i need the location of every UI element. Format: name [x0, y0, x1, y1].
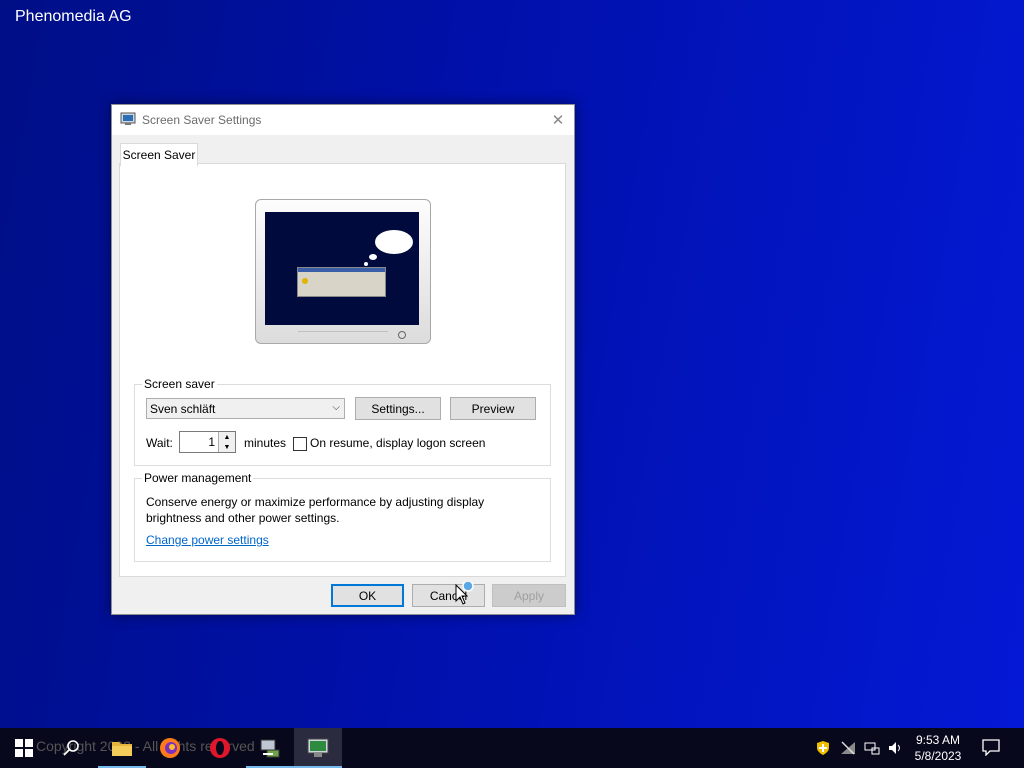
- thought-bubble: [375, 230, 413, 254]
- ok-button[interactable]: OK: [331, 584, 404, 607]
- desktop-title: Phenomedia AG: [15, 8, 132, 25]
- screen-saver-settings-dialog: Screen Saver Settings ✕ Screen Saver Scr…: [111, 104, 575, 615]
- wait-value[interactable]: 1: [208, 435, 215, 449]
- clock-time: 9:53 AM: [915, 733, 961, 747]
- firefox-icon[interactable]: [146, 728, 194, 768]
- wait-stepper[interactable]: 1 ▲ ▼: [179, 431, 236, 453]
- shield-icon[interactable]: [815, 740, 831, 756]
- screen-saver-settings-icon[interactable]: [294, 728, 342, 768]
- preview-mini-window: [297, 267, 386, 297]
- group-legend: Screen saver: [142, 377, 217, 391]
- screen-saver-group: Screen saver Sven schläft ⌵ Settings... …: [134, 377, 551, 466]
- file-explorer-icon[interactable]: [98, 728, 146, 768]
- chevron-down-icon: ⌵: [332, 402, 340, 413]
- logon-checkbox-label[interactable]: On resume, display logon screen: [310, 436, 485, 450]
- logon-checkbox[interactable]: [293, 437, 307, 451]
- taskbar: Copyright 2002 - All rights reserved 9:5…: [0, 728, 1024, 768]
- power-led: [398, 331, 406, 339]
- wait-label: Wait:: [146, 436, 173, 450]
- network-icon[interactable]: [864, 740, 880, 756]
- dialog-titlebar[interactable]: Screen Saver Settings ✕: [112, 105, 574, 135]
- preview-button[interactable]: Preview: [450, 397, 536, 420]
- opera-icon[interactable]: [196, 728, 244, 768]
- screen-saver-select[interactable]: Sven schläft ⌵: [146, 398, 345, 419]
- change-power-settings-link[interactable]: Change power settings: [146, 533, 269, 547]
- clock-date: 5/8/2023: [914, 749, 962, 763]
- dialog-title: Screen Saver Settings: [142, 113, 262, 127]
- search-icon[interactable]: [48, 728, 96, 768]
- display-properties-icon: [120, 112, 136, 125]
- tab-screen-saver[interactable]: Screen Saver: [120, 143, 198, 166]
- close-icon[interactable]: ✕: [542, 105, 574, 135]
- apply-button[interactable]: Apply: [492, 584, 566, 607]
- thought-dot-small: [364, 262, 368, 266]
- monitor-stand: [298, 331, 388, 338]
- thought-dot: [369, 254, 377, 260]
- preview-screen: [265, 212, 419, 325]
- network-disconnected-icon[interactable]: [840, 740, 856, 756]
- power-description: Conserve energy or maximize performance …: [146, 495, 485, 525]
- minutes-label: minutes: [244, 436, 287, 450]
- select-value: Sven schläft: [150, 401, 216, 416]
- preview-monitor: [255, 199, 431, 344]
- taskbar-clock[interactable]: 9:53 AM 5/8/2023: [900, 732, 976, 764]
- screen-saver-tab-panel: Screen saver Sven schläft ⌵ Settings... …: [119, 163, 566, 577]
- notification-icon[interactable]: [982, 738, 1000, 756]
- spin-down-icon[interactable]: ▼: [218, 442, 235, 452]
- mouse-cursor-icon: [455, 582, 474, 605]
- power-management-group: Power management Conserve energy or maxi…: [134, 471, 551, 562]
- settings-button[interactable]: Settings...: [355, 397, 441, 420]
- group-legend: Power management: [142, 471, 254, 485]
- start-icon[interactable]: [0, 728, 48, 768]
- network-app-icon[interactable]: [246, 728, 294, 768]
